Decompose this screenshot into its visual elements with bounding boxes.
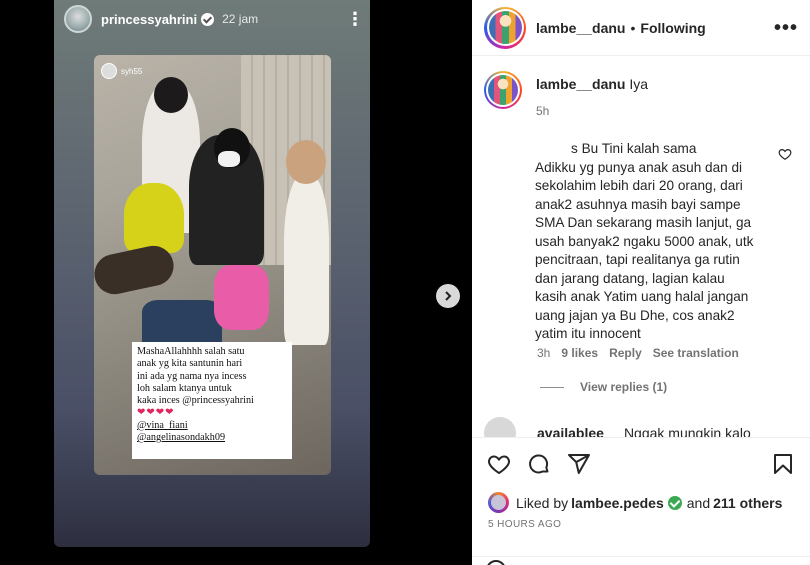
comment-icon[interactable] xyxy=(527,452,551,476)
next-comment: availablee Nggak mungkin kalo xyxy=(484,417,751,437)
liked-by-prefix: Liked by xyxy=(516,494,569,511)
inner-avatar xyxy=(101,63,117,79)
media-viewer: princessyahrini 22 jam ⋮ syh55 MashaAlla xyxy=(0,0,472,565)
add-comment-bar[interactable] xyxy=(472,556,810,565)
commenter-username[interactable]: availablee xyxy=(537,425,604,437)
next-comment-text: Nggak mungkin kalo xyxy=(623,425,751,437)
caption-line: ini ada yg nama nya incess xyxy=(137,370,247,382)
post-header: lambe__danu • Following ••• xyxy=(472,0,810,56)
share-icon[interactable] xyxy=(567,452,591,476)
header-username[interactable]: lambe__danu xyxy=(536,20,625,36)
story-caption-box: MashaAllahhhh salah satu anak yg kita sa… xyxy=(132,342,292,459)
more-icon: ⋮ xyxy=(346,9,364,29)
comment-time: 3h xyxy=(537,346,551,360)
liked-by-conj: and xyxy=(686,494,711,511)
verified-icon xyxy=(667,495,682,510)
comment-line: anak2 asuhnya masih bayi sampe xyxy=(535,196,741,212)
verified-icon xyxy=(201,12,215,26)
caption-tag: @angelinasondakh09 xyxy=(137,432,226,444)
liker-username[interactable]: lambee.pedes xyxy=(571,495,664,511)
emoji-icon[interactable] xyxy=(486,560,506,565)
reply-button[interactable]: Reply xyxy=(609,346,642,360)
story-username: princessyahrini xyxy=(101,11,198,27)
avatar-ring-inner xyxy=(486,73,520,107)
story-time: 22 jam xyxy=(222,12,259,26)
pink-bag xyxy=(214,265,269,330)
comment-line: yatim itu innocent xyxy=(535,326,641,341)
person-head xyxy=(154,77,188,113)
comment-line: dan jarang datang, lagian kalau xyxy=(535,270,725,286)
view-replies-label: View replies (1) xyxy=(580,380,668,394)
comment-line: usah banyak2 ngaku 5000 anak, utk xyxy=(535,233,754,249)
post-timestamp: 5 HOURS AGO xyxy=(488,519,562,530)
caption-line: loh salam ktanya untuk xyxy=(137,382,232,394)
caption-username[interactable]: lambe__danu xyxy=(536,76,625,92)
story-screenshot: princessyahrini 22 jam ⋮ syh55 MashaAlla xyxy=(54,0,370,547)
avatar-image xyxy=(488,75,518,105)
like-heart-icon[interactable] xyxy=(487,452,511,476)
separator-dot: • xyxy=(630,19,636,36)
post-actions: Liked by lambee.pedes and 211 others 5 H… xyxy=(472,437,810,565)
story-avatar xyxy=(64,5,92,33)
view-replies-button[interactable]: View replies (1) xyxy=(540,380,667,394)
comment-likes[interactable]: 9 likes xyxy=(561,346,598,360)
comment-line: uang jajan ya Bu Dhe, cos anak2 xyxy=(535,307,735,323)
more-options-icon[interactable]: ••• xyxy=(774,18,798,38)
caption-tag: @vina_fiani xyxy=(137,419,188,431)
yellow-hood xyxy=(124,183,184,253)
likes-count[interactable]: 211 others xyxy=(713,495,782,511)
comment-line: kasih anak Yatim uang halal jangan xyxy=(535,289,749,304)
bookmark-icon[interactable] xyxy=(771,452,795,476)
replies-line xyxy=(540,386,564,388)
caption-line: kaka inces @princessyahrini xyxy=(137,395,254,407)
comment-meta: 3h 9 likes Reply See translation xyxy=(537,346,750,360)
like-comment-heart-icon[interactable] xyxy=(778,147,792,161)
post-panel: lambe__danu • Following ••• lambe__danu … xyxy=(472,0,810,565)
hearts-emoji: ❤❤❤❤ xyxy=(137,407,175,419)
inner-username: syh55 xyxy=(121,66,143,76)
liked-by: Liked by lambee.pedes and 211 others xyxy=(472,478,810,513)
caption-line: MashaAllahhhh salah satu xyxy=(137,346,245,357)
following-button[interactable]: Following xyxy=(640,20,705,36)
comment-line: Adikku yg punya anak asuh dan di xyxy=(535,159,743,175)
see-translation-button[interactable]: See translation xyxy=(653,346,739,360)
chevron-right-icon xyxy=(445,291,452,301)
caption-text: lambe__danu Iya xyxy=(536,76,648,92)
post-caption: lambe__danu Iya 5h xyxy=(472,57,810,118)
arm xyxy=(94,242,178,298)
avatar-ring-inner xyxy=(486,9,524,46)
liker-avatar[interactable] xyxy=(488,492,509,513)
commenter-avatar[interactable] xyxy=(484,417,516,437)
comment-line: pencitraan, tapi realitanya ga rutin xyxy=(535,252,740,267)
comments-section: lambe__danu Iya 5h s Bu Tini kalah sama … xyxy=(472,57,810,437)
person-head xyxy=(286,140,326,184)
person-figure xyxy=(284,175,329,345)
comment-text: s Bu Tini kalah sama Adikku yg punya ana… xyxy=(535,140,775,344)
action-icons xyxy=(472,438,810,478)
face-mask xyxy=(218,151,240,167)
comment-line: s Bu Tini kalah sama xyxy=(571,141,697,156)
caption-line: anak yg kita santunin hari xyxy=(137,358,243,370)
caption-time: 5h xyxy=(536,104,550,118)
next-media-button[interactable] xyxy=(436,284,460,308)
profile-avatar[interactable] xyxy=(484,6,526,49)
comment-line: sekolahim lebih dari 20 orang, dari xyxy=(535,178,743,193)
caption-content: Iya xyxy=(629,76,649,92)
inner-story-user: syh55 xyxy=(101,63,142,79)
caption-body: lambe__danu Iya 5h xyxy=(536,71,648,118)
avatar-image xyxy=(488,11,522,44)
story-header: princessyahrini 22 jam ⋮ xyxy=(54,0,370,38)
comment-line: SMA Dan sekarang masih lanjut, ga xyxy=(535,215,752,230)
caption-avatar[interactable] xyxy=(484,71,522,109)
